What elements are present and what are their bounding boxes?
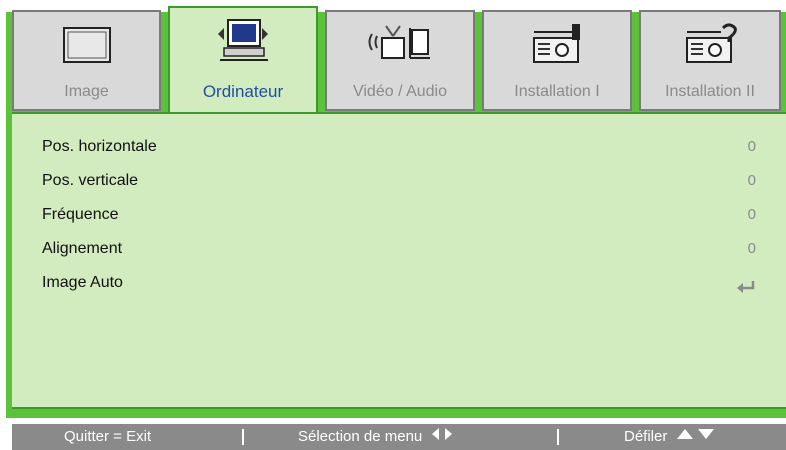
- panel-bottom-border: [12, 407, 786, 409]
- tab-installation-2[interactable]: Installation II: [639, 10, 781, 111]
- tab-label: Installation I: [514, 83, 600, 100]
- tab-video-audio[interactable]: Vidéo / Audio: [325, 10, 475, 111]
- menu-item-value: 0: [747, 172, 756, 189]
- menu-item-label: Fréquence: [42, 206, 119, 223]
- video-audio-icon: [360, 20, 440, 77]
- menu-item-label: Image Auto: [42, 274, 123, 291]
- tab-label: Vidéo / Audio: [352, 83, 447, 100]
- menu-item-label: Pos. verticale: [42, 172, 139, 189]
- menu-item-value: 0: [747, 240, 756, 257]
- footer-select-label: Sélection de menu: [298, 428, 423, 445]
- tab-label: Image: [64, 83, 109, 100]
- tab-image[interactable]: Image: [12, 10, 161, 111]
- footer-select: Sélection de menu: [298, 424, 454, 450]
- menu-item-image-auto[interactable]: Image Auto: [42, 268, 764, 298]
- monitor-icon: [57, 20, 117, 77]
- tab-label: Installation II: [665, 83, 755, 100]
- menu-item-frequence[interactable]: Fréquence 0: [42, 200, 764, 230]
- menu-item-label: Pos. horizontale: [42, 138, 157, 155]
- projector-icon: [522, 20, 592, 77]
- up-down-arrows-icon: [676, 424, 716, 450]
- projector-2-icon: [675, 20, 745, 77]
- computer-icon: [208, 16, 278, 77]
- left-right-arrows-icon: [430, 424, 454, 450]
- footer-divider: [242, 429, 244, 445]
- tab-installation-1[interactable]: Installation I: [482, 10, 632, 111]
- enter-icon: [736, 275, 756, 305]
- footer-quit: Quitter = Exit: [64, 428, 152, 445]
- footer-scroll: Défiler: [624, 424, 716, 450]
- menu-item-alignement[interactable]: Alignement 0: [42, 234, 764, 264]
- footer-bar: Quitter = Exit Sélection de menu Défiler: [12, 424, 786, 450]
- tab-ordinateur[interactable]: Ordinateur: [168, 6, 318, 112]
- footer-scroll-label: Défiler: [624, 428, 668, 445]
- menu-item-value: 0: [747, 206, 756, 223]
- tab-label: Ordinateur: [202, 82, 284, 101]
- menu-item-pos-verticale[interactable]: Pos. verticale 0: [42, 166, 764, 196]
- footer-divider: [557, 429, 559, 445]
- menu-item-value: 0: [747, 138, 756, 155]
- menu-item-label: Alignement: [42, 240, 123, 257]
- menu-item-pos-horizontale[interactable]: Pos. horizontale 0: [42, 132, 764, 162]
- menu-panel: Pos. horizontale 0 Pos. verticale 0 Fréq…: [12, 112, 786, 409]
